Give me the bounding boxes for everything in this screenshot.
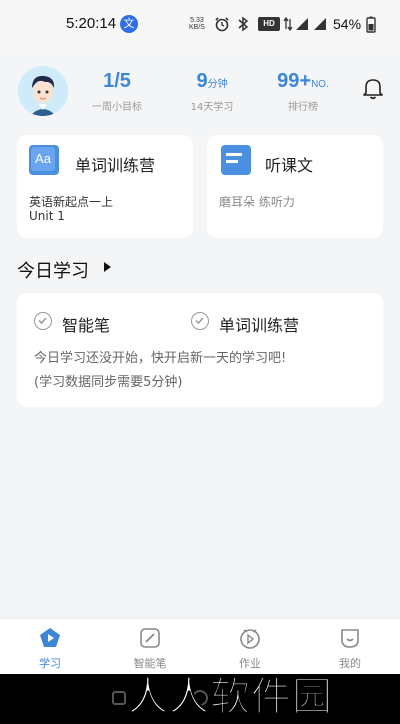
today-empty-message: 今日学习还没开始，快开启新一天的学习吧! (学习数据同步需要5分钟) bbox=[34, 347, 286, 395]
learn-icon bbox=[40, 628, 60, 647]
avatar-illustration-icon bbox=[18, 66, 68, 116]
battery-percent: 54% bbox=[333, 16, 362, 32]
network-speed-value: 5.33 bbox=[190, 17, 204, 24]
word-camp-icon: Aa bbox=[29, 145, 59, 175]
listen-lesson-icon bbox=[221, 145, 251, 175]
study-time-label: 14天学习 bbox=[190, 102, 234, 113]
ranking-value: 99+NO. bbox=[277, 70, 329, 92]
today-study-arrow-icon[interactable] bbox=[104, 262, 111, 272]
word-camp-title: 单词训练营 bbox=[75, 156, 156, 175]
listen-lesson-title: 听课文 bbox=[265, 156, 314, 175]
study-time-stat[interactable]: 9分钟 14天学习 bbox=[172, 70, 252, 113]
word-camp-icon-text: Aa bbox=[31, 147, 55, 171]
word-camp-book: 英语新起点一上 bbox=[29, 195, 114, 209]
status-bar: 5:20:14 文 5.33 KB/S HD 54% bbox=[0, 0, 400, 50]
data-arrows-icon bbox=[283, 16, 293, 32]
weekly-goal-value: 1/5 bbox=[103, 70, 131, 92]
signal-2-icon bbox=[314, 18, 326, 30]
listen-lesson-card[interactable]: 听课文 磨耳朵 练听力 bbox=[207, 135, 383, 238]
notification-bell-icon[interactable] bbox=[362, 76, 384, 100]
ranking-label: 排行榜 bbox=[288, 102, 318, 113]
pen-icon bbox=[140, 628, 160, 648]
word-camp-unit: Unit 1 bbox=[29, 209, 65, 223]
network-speed: 5.33 KB/S bbox=[189, 17, 205, 31]
alarm-icon bbox=[215, 17, 229, 32]
smart-pen-task-label: 智能笔 bbox=[62, 316, 111, 335]
ranking-stat[interactable]: 99+NO. 排行榜 bbox=[263, 70, 343, 113]
today-study-title[interactable]: 今日学习 bbox=[17, 257, 89, 283]
study-time-value: 9分钟 bbox=[196, 70, 228, 92]
tab-learn-label: 学习 bbox=[39, 657, 61, 670]
network-speed-unit: KB/S bbox=[189, 24, 205, 31]
today-empty-line1: 今日学习还没开始，快开启新一天的学习吧! bbox=[34, 351, 287, 366]
profile-header: 1/5 一周小目标 9分钟 14天学习 99+NO. 排行榜 bbox=[0, 60, 400, 122]
battery-icon bbox=[366, 16, 376, 33]
signal-1-icon bbox=[296, 18, 308, 30]
tab-learn[interactable]: 学习 bbox=[0, 619, 100, 675]
check-circle-icon bbox=[191, 312, 209, 330]
listen-lesson-subtitle: 磨耳朵 练听力 bbox=[219, 195, 295, 209]
recents-button[interactable] bbox=[112, 691, 126, 705]
today-sync-note: (学习数据同步需要5分钟) bbox=[34, 375, 183, 390]
bluetooth-icon bbox=[238, 16, 249, 32]
weekly-goal-label: 一周小目标 bbox=[92, 102, 142, 113]
profile-icon bbox=[341, 629, 359, 648]
homework-icon bbox=[240, 629, 260, 649]
check-circle-icon bbox=[34, 312, 52, 330]
word-camp-task-label: 单词训练营 bbox=[219, 316, 300, 335]
hd-voice-badge: HD bbox=[258, 17, 280, 31]
weekly-goal-stat[interactable]: 1/5 一周小目标 bbox=[77, 70, 157, 113]
watermark-text: 人人软件园 bbox=[128, 674, 333, 721]
word-camp-card[interactable]: Aa 单词训练营 英语新起点一上 Unit 1 bbox=[17, 135, 193, 238]
avatar[interactable] bbox=[18, 66, 68, 116]
status-time: 5:20:14 bbox=[66, 15, 117, 32]
app-notification-icon: 文 bbox=[120, 15, 138, 33]
